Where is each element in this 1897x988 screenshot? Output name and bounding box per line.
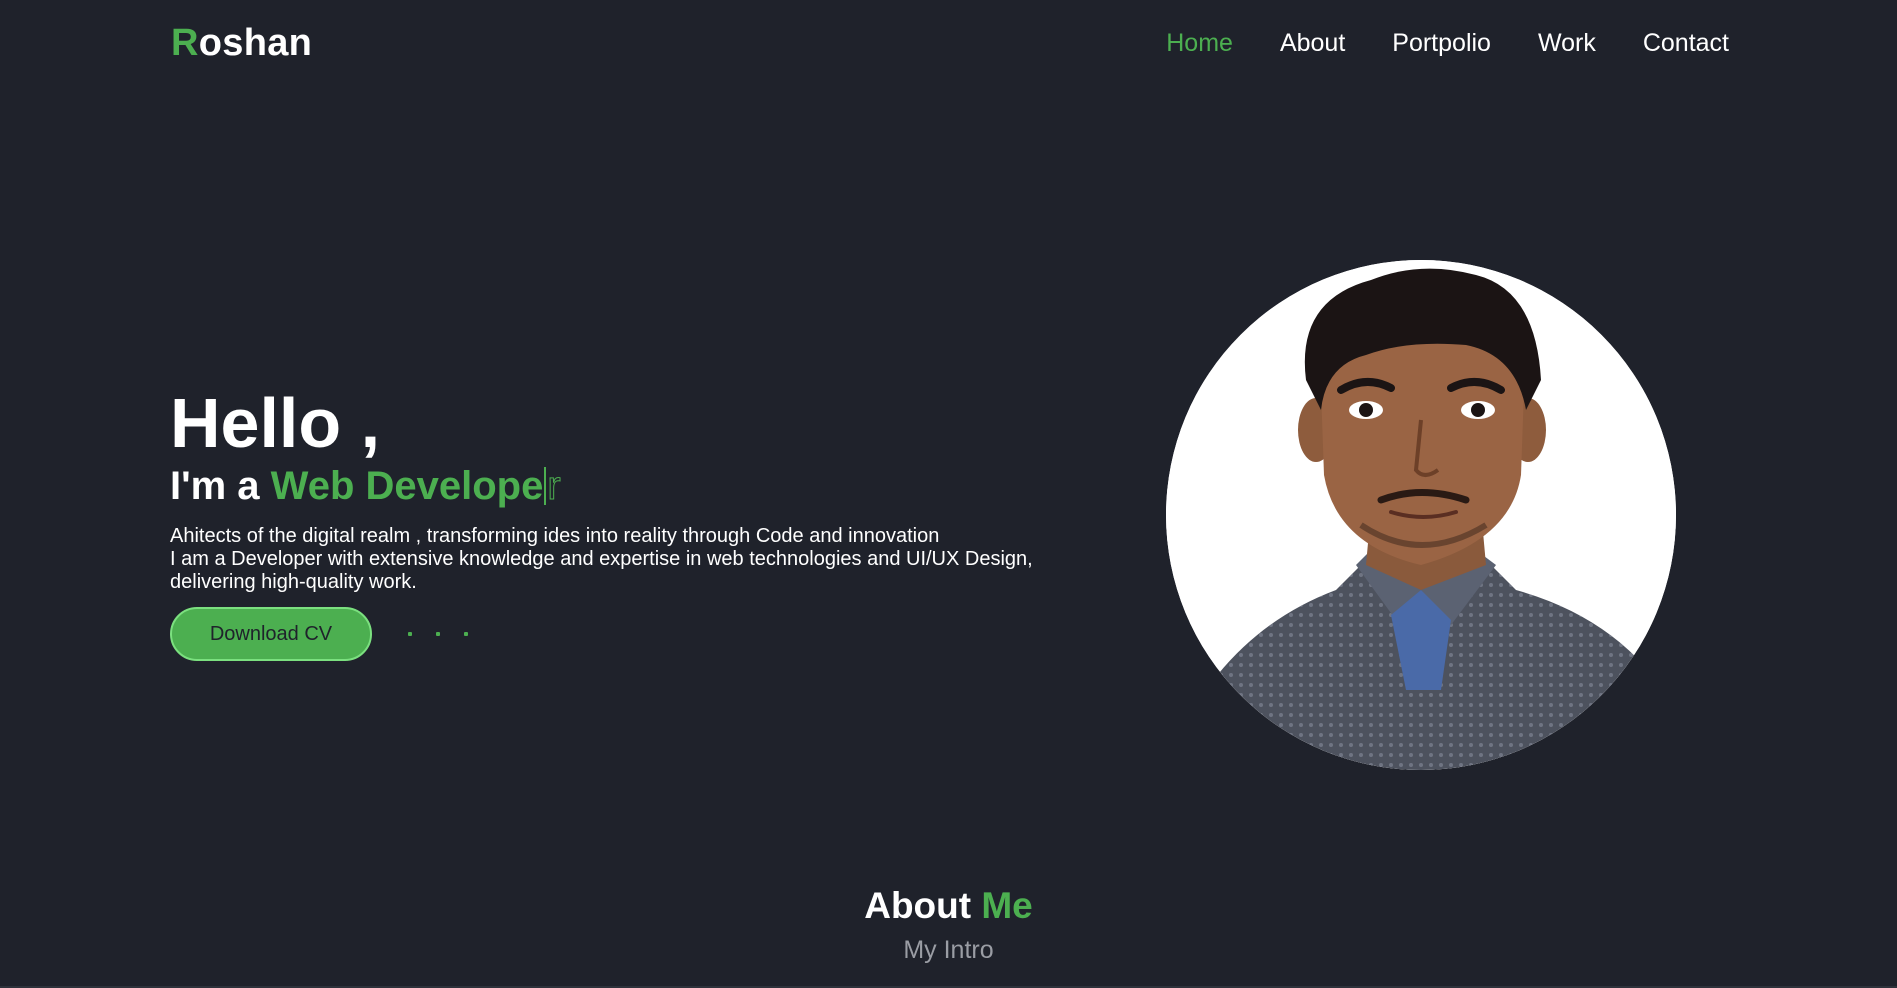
nav-about[interactable]: About <box>1280 26 1345 60</box>
about-heading: About Me <box>0 883 1897 929</box>
dot <box>464 632 468 636</box>
hero-role-line: I'm a Web Develope r <box>170 463 1070 509</box>
role-typed-text: Web Develope <box>270 464 544 508</box>
profile-photo-illustration <box>1166 260 1676 770</box>
nav-home[interactable]: Home <box>1166 26 1233 60</box>
logo-rest: oshan <box>198 22 313 64</box>
main-nav: Home About Portpolio Work Contact <box>1166 26 1729 60</box>
site-logo[interactable]: Roshan <box>171 18 312 68</box>
description-line: delivering high-quality work. <box>170 571 417 593</box>
nav-portfolio[interactable]: Portpolio <box>1392 26 1491 60</box>
hero-description: Ahitects of the digital realm , transfor… <box>170 525 1070 594</box>
description-line: I am a Developer with extensive knowledg… <box>170 548 1033 570</box>
nav-contact[interactable]: Contact <box>1643 26 1729 60</box>
role-prefix: I'm a <box>170 464 271 508</box>
about-heading-accent: Me <box>981 884 1033 926</box>
site-header: Roshan Home About Portpolio Work Contact <box>0 0 1897 88</box>
hero-greeting: Hello , <box>170 384 381 462</box>
dot <box>408 632 412 636</box>
role-pending-text: r <box>547 464 561 509</box>
description-line: Ahitects of the digital realm , transfor… <box>170 525 940 547</box>
profile-photo <box>1166 260 1676 770</box>
download-cv-button[interactable]: Download CV <box>170 607 372 661</box>
about-heading-main: About <box>864 884 982 926</box>
loading-dots <box>408 632 468 636</box>
logo-initial: R <box>171 22 199 64</box>
hero-section: Hello , I'm a Web Develope r Ahitects of … <box>170 383 1070 594</box>
portfolio-page: Roshan Home About Portpolio Work Contact… <box>0 0 1897 988</box>
nav-work[interactable]: Work <box>1538 26 1596 60</box>
hero-actions: Download CV <box>170 607 468 661</box>
dot <box>436 632 440 636</box>
about-subtitle: My Intro <box>903 936 994 964</box>
